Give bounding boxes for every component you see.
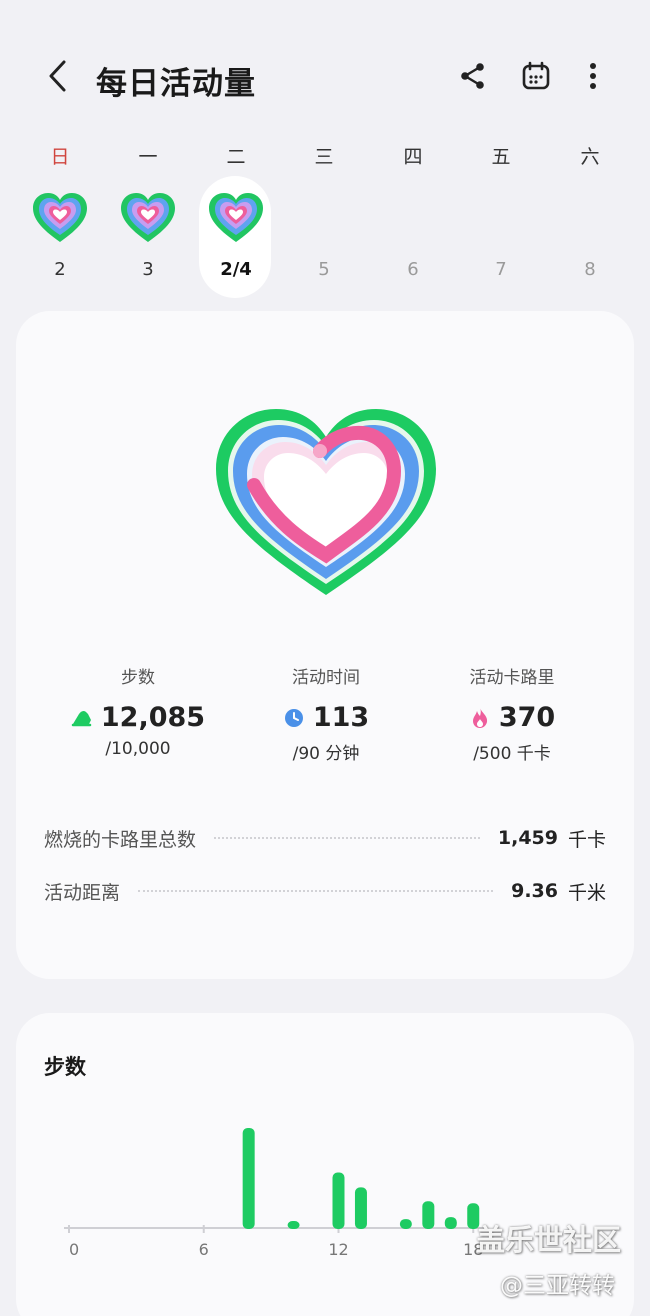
day-tuesday-selected[interactable]: 二 2/4 [198, 138, 274, 298]
activity-heart-icon [209, 193, 263, 242]
watermark-author: @三亚转转 [500, 1273, 615, 1299]
day-name: 日 [50, 146, 70, 168]
total-calories-value: 1,459 [497, 827, 558, 849]
total-calories-row: 燃烧的卡路里总数 1,459 千卡 [44, 818, 606, 858]
day-saturday[interactable]: 六 8 [552, 138, 628, 298]
chevron-left-icon [49, 60, 66, 92]
total-calories-unit: 千卡 [567, 828, 606, 851]
day-sunday[interactable]: 日 2 [22, 138, 98, 298]
running-shoe-icon [71, 707, 93, 729]
back-button[interactable] [36, 54, 80, 98]
activity-rings-heart-icon [216, 409, 436, 595]
day-friday[interactable]: 五 7 [463, 138, 539, 298]
day-thursday[interactable]: 四 6 [375, 138, 451, 298]
activity-heart-icon [33, 193, 87, 242]
day-name: 五 [491, 146, 511, 168]
day-number: 5 [318, 259, 330, 280]
active-time-goal: /90 分钟 [292, 744, 360, 764]
steps-value: 12,085 [100, 702, 206, 733]
calendar-button[interactable] [514, 54, 558, 98]
daily-summary-card[interactable]: 步数 12,085 /10,000 活动时间 113 /90 分钟 活动卡路里 … [16, 311, 634, 979]
activity-heart-icon [121, 193, 175, 242]
active-calories-stat[interactable]: 活动卡路里 370 /500 千卡 [412, 663, 612, 764]
steps-bar[interactable] [332, 1172, 345, 1229]
day-wednesday[interactable]: 三 5 [286, 138, 362, 298]
x-tick-label: 6 [199, 1240, 209, 1259]
watermark-community: 盖乐世社区 [476, 1223, 622, 1257]
dotted-leader [214, 837, 480, 839]
day-monday[interactable]: 一 3 [110, 138, 186, 298]
steps-bar[interactable] [444, 1217, 457, 1229]
calendar-icon [522, 61, 550, 90]
day-name: 三 [314, 146, 334, 168]
week-strip: 日 2 一 3 二 2/4 三 5 四 6 五 7 六 8 [0, 138, 650, 308]
share-icon [461, 63, 484, 89]
dotted-leader [138, 890, 494, 892]
day-number: 2/4 [220, 259, 252, 280]
distance-label: 活动距离 [44, 881, 121, 904]
day-number: 3 [142, 259, 154, 280]
steps-bar[interactable] [399, 1219, 412, 1229]
x-tick-label: 0 [69, 1240, 79, 1259]
x-tick-label: 12 [328, 1240, 348, 1259]
active-calories-goal: /500 千卡 [473, 744, 551, 764]
active-time-value: 113 [312, 702, 370, 733]
steps-bar[interactable] [242, 1127, 255, 1229]
day-number: 2 [54, 259, 66, 280]
top-bar: 每日活动量 [0, 40, 650, 116]
day-name: 四 [403, 146, 423, 168]
distance-value: 9.36 [511, 880, 558, 902]
steps-label: 步数 [121, 668, 155, 688]
more-options-button[interactable] [571, 54, 615, 98]
total-calories-label: 燃烧的卡路里总数 [44, 828, 197, 851]
steps-bar[interactable] [287, 1221, 300, 1229]
day-name: 一 [138, 146, 158, 168]
active-time-label: 活动时间 [292, 668, 360, 688]
day-name: 二 [226, 146, 246, 168]
day-number: 6 [407, 259, 419, 280]
steps-stat[interactable]: 步数 12,085 /10,000 [38, 663, 238, 759]
share-button[interactable] [451, 54, 495, 98]
day-name: 六 [580, 146, 600, 168]
distance-unit: 千米 [567, 881, 606, 904]
clock-icon [283, 707, 305, 729]
steps-bar[interactable] [422, 1201, 435, 1229]
day-number: 7 [495, 259, 507, 280]
active-calories-value: 370 [498, 702, 556, 733]
active-time-stat[interactable]: 活动时间 113 /90 分钟 [226, 663, 426, 764]
steps-goal: /10,000 [105, 739, 171, 759]
page-title: 每日活动量 [96, 66, 256, 102]
steps-bar[interactable] [354, 1187, 367, 1229]
day-number: 8 [584, 259, 596, 280]
flame-icon [469, 707, 491, 729]
more-vertical-icon [590, 63, 596, 89]
distance-row: 活动距离 9.36 千米 [44, 871, 606, 911]
active-calories-label: 活动卡路里 [469, 668, 555, 688]
